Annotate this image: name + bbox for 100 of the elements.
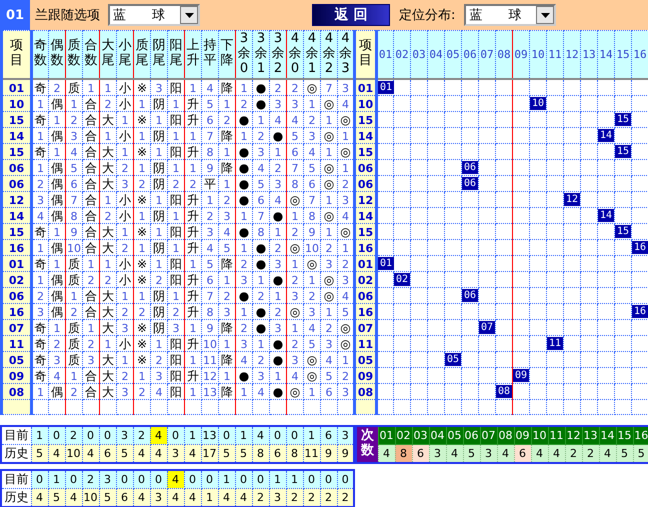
hit-mark: 大 [102,368,114,382]
hit-mark: 大 [102,176,114,190]
row-number: 01 [8,258,24,270]
miss-count: 2 [274,162,282,174]
miss-count: 4 [274,194,282,206]
miss-count: 1 [156,114,162,126]
row-number: 02 [358,274,374,286]
hit-mark: 大 [102,224,114,238]
miss-count: 3 [274,258,282,270]
miss-count: 1 [122,290,128,302]
column-header: 01 [378,48,392,61]
position-select[interactable]: 蓝 球 [464,4,556,26]
miss-count: 6 [206,274,214,286]
miss-count: 9 [206,162,214,174]
column-header: 项目 [359,39,372,70]
miss-count: 4 [156,386,162,398]
hit-mark: ◎ [290,304,300,318]
miss-count: 11 [203,354,217,366]
miss-count: 3 [292,354,298,366]
miss-count: 3 [342,82,349,94]
row-number: 16 [8,242,24,254]
miss-count: 2 [122,162,128,174]
hit-mark: 小 [119,80,131,94]
miss-count: 1 [190,130,196,142]
hit-mark: ● [256,320,266,334]
stat-value: 0 [99,426,116,444]
stat-value: 4 [184,488,201,506]
column-header: 10 [531,48,545,61]
hit-mark: 合 [85,384,97,398]
miss-count: 1 [258,114,264,126]
row-number: 12 [358,194,374,206]
miss-count: 2 [104,210,112,222]
miss-count: 1 [37,98,44,110]
miss-count: 1 [258,338,264,350]
column-header: 4余0 [288,32,302,77]
stat-value: 8 [286,444,303,462]
miss-count: 1 [326,226,332,238]
miss-count: 4 [206,242,214,254]
hit-mark: 降 [221,320,233,334]
stat-value: 4 [133,488,150,506]
miss-count: 1 [190,386,196,398]
miss-count: 2 [122,242,128,254]
miss-count: 3 [274,98,282,110]
column-header: 13 [582,48,596,61]
count-value: 5 [633,444,648,462]
miss-count: 1 [224,98,230,110]
hit-mark: 偶 [51,304,63,318]
miss-count: 3 [326,258,332,270]
miss-count: 2 [190,178,196,190]
dropdown-button[interactable] [180,6,198,24]
hit-mark: 合 [85,96,97,110]
miss-count: 2 [342,178,349,190]
miss-count: 2 [308,114,316,126]
hit-mark: 大 [102,112,114,126]
hit-mark: 阳 [170,384,182,398]
hit-mark: 偶 [51,160,63,174]
hit-mark: 升 [187,96,199,110]
hit-mark: ◎ [306,368,318,382]
miss-count: 3 [308,130,316,142]
stat-value: 10 [82,488,99,506]
miss-count: 2 [70,114,78,126]
miss-count: 4 [342,98,349,110]
miss-count: 1 [37,386,44,398]
hit-mark: 升 [187,112,199,126]
row-number: 14 [358,210,374,222]
return-button[interactable]: 返 回 [312,4,390,26]
hit-mark: ◎ [340,224,351,238]
miss-count: 6 [292,146,298,158]
stat-value: 2 [82,470,99,488]
miss-count: 2 [342,370,349,382]
miss-count: 2 [326,242,332,254]
hit-mark: 大 [102,144,114,158]
hit-mark: 降 [221,256,233,270]
stat-value: 2 [337,488,354,506]
stat-value: 3 [269,488,286,506]
miss-count: 1 [138,130,146,142]
count-value: 5 [616,444,633,462]
row-number: 01 [8,82,24,94]
miss-count: 2 [122,306,128,318]
miss-count: 1 [88,258,94,270]
stat-value: 9 [320,444,337,462]
hit-mark: 奇 [34,80,46,94]
miss-count: 1 [274,146,282,158]
stat-value: 3 [337,426,354,444]
stat-value: 0 [269,426,286,444]
stat-value: 1 [286,470,303,488]
dropdown-button[interactable] [536,6,554,24]
miss-count: 4 [308,322,316,334]
hit-mark: ● [238,160,250,174]
stat-value: 0 [48,426,65,444]
miss-count: 1 [156,226,162,238]
stat-value: 6 [116,488,133,506]
hit-mark: 降 [221,352,233,366]
follow-select[interactable]: 蓝 球 [108,4,200,26]
miss-count: 1 [190,162,196,174]
hit-mark: 奇 [34,256,46,270]
miss-count: 1 [54,146,60,158]
column-header: 3余2 [272,32,284,77]
number-header: 07 [480,426,497,444]
hit-mark: 合 [85,224,97,238]
